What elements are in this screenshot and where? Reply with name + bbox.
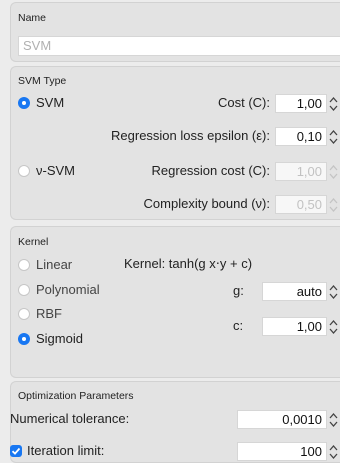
epsilon-label: Regression loss epsilon (ε): bbox=[111, 128, 270, 143]
svm-radio[interactable] bbox=[18, 97, 30, 109]
svm-type-header: SVM Type bbox=[18, 75, 67, 87]
cost-label: Cost (C): bbox=[218, 95, 270, 110]
cost-stepper[interactable] bbox=[329, 95, 338, 113]
kernel-polynomial-radio[interactable] bbox=[18, 284, 30, 296]
kernel-linear-radio[interactable] bbox=[18, 259, 30, 271]
regression-cost-stepper[interactable] bbox=[329, 163, 338, 181]
complexity-bound-input[interactable]: 0,50 bbox=[275, 195, 327, 214]
epsilon-input[interactable]: 0,10 bbox=[275, 127, 327, 146]
c-stepper[interactable] bbox=[329, 318, 338, 336]
g-stepper[interactable] bbox=[329, 283, 338, 301]
checkmark-icon bbox=[11, 447, 21, 455]
iteration-limit-checkbox[interactable] bbox=[10, 445, 22, 457]
tolerance-input[interactable]: 0,0010 bbox=[237, 410, 327, 429]
regression-cost-label: Regression cost (C): bbox=[151, 163, 270, 178]
nu-svm-radio[interactable] bbox=[18, 165, 30, 177]
kernel-rbf-label[interactable]: RBF bbox=[36, 306, 62, 321]
name-input[interactable]: SVM bbox=[18, 36, 340, 56]
tolerance-label: Numerical tolerance: bbox=[10, 411, 130, 426]
g-input[interactable]: auto bbox=[262, 282, 327, 301]
iteration-limit-input[interactable]: 100 bbox=[237, 442, 327, 461]
kernel-polynomial-label[interactable]: Polynomial bbox=[36, 282, 100, 297]
nu-svm-label[interactable]: ν-SVM bbox=[36, 163, 75, 178]
kernel-linear-label[interactable]: Linear bbox=[36, 257, 72, 272]
iteration-limit-stepper[interactable] bbox=[329, 443, 338, 461]
cost-input[interactable]: 1,00 bbox=[275, 94, 327, 113]
c-input[interactable]: 1,00 bbox=[262, 317, 327, 336]
epsilon-stepper[interactable] bbox=[329, 128, 338, 146]
c-label: c: bbox=[233, 318, 244, 333]
complexity-bound-stepper[interactable] bbox=[329, 196, 338, 214]
kernel-rbf-radio[interactable] bbox=[18, 308, 30, 320]
tolerance-stepper[interactable] bbox=[329, 411, 338, 429]
kernel-header: Kernel bbox=[18, 236, 49, 248]
g-label: g: bbox=[233, 283, 244, 298]
complexity-bound-label: Complexity bound (ν): bbox=[143, 196, 270, 211]
svm-radio-label[interactable]: SVM bbox=[36, 95, 64, 110]
kernel-sigmoid-label[interactable]: Sigmoid bbox=[36, 331, 83, 346]
name-header: Name bbox=[18, 12, 47, 24]
kernel-box bbox=[10, 226, 340, 378]
kernel-formula: Kernel: tanh(g x⋅y + c) bbox=[124, 256, 253, 271]
regression-cost-input[interactable]: 1,00 bbox=[275, 162, 327, 181]
iteration-limit-label[interactable]: Iteration limit: bbox=[27, 443, 104, 458]
kernel-sigmoid-radio[interactable] bbox=[18, 333, 30, 345]
optimization-header: Optimization Parameters bbox=[18, 390, 134, 402]
